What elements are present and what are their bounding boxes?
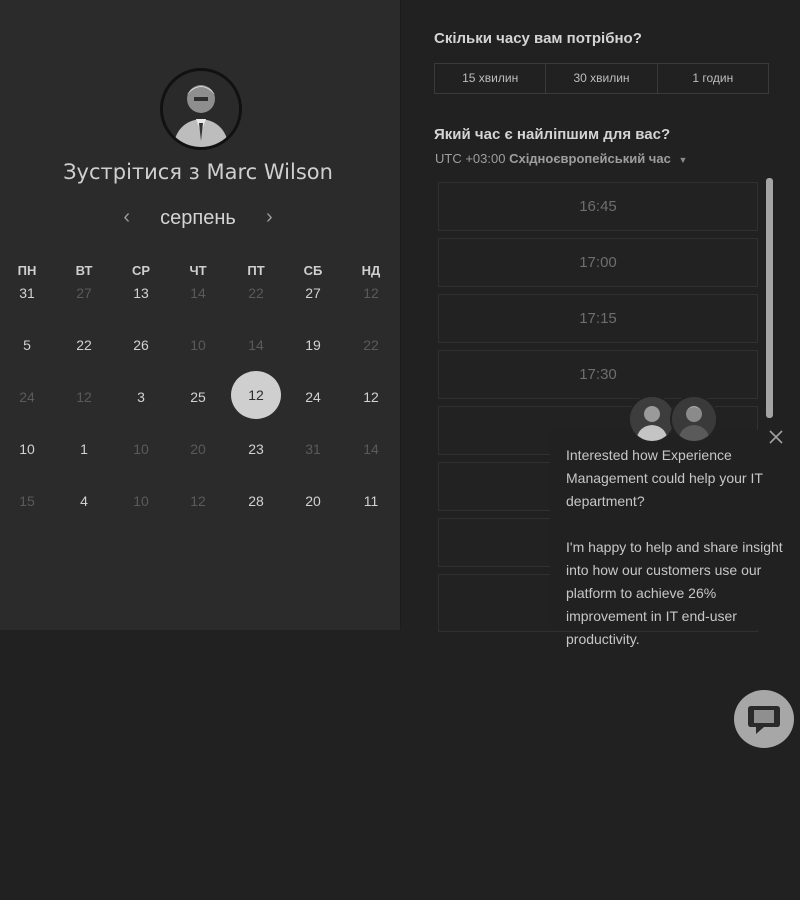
calendar-day: 31 xyxy=(305,441,321,457)
weekday-label: ПТ xyxy=(247,263,265,278)
calendar-day[interactable]: 27 xyxy=(293,281,333,305)
calendar-day[interactable]: 26 xyxy=(121,333,161,357)
duration-selector: 15 хвилин 30 хвилин 1 годин xyxy=(434,63,769,94)
calendar-day: 14 xyxy=(248,337,264,353)
calendar-day[interactable]: 22 xyxy=(64,333,104,357)
duration-option-15[interactable]: 15 хвилин xyxy=(435,64,547,93)
chat-launcher-button[interactable] xyxy=(734,690,794,748)
close-icon[interactable] xyxy=(765,426,787,448)
month-navigation: ‹ серпень › xyxy=(0,205,396,231)
calendar-day[interactable]: 25 xyxy=(178,385,218,409)
weekday-label: ПН xyxy=(17,263,37,278)
calendar-day: 12 xyxy=(76,389,92,405)
calendar-day[interactable]: 11 xyxy=(351,489,391,513)
weekday-label: СР xyxy=(131,263,151,278)
time-slot[interactable]: 17:15 xyxy=(438,294,758,343)
calendar-day: 14 xyxy=(363,441,379,457)
calendar-day: 20 xyxy=(190,441,206,457)
calendar-day: 14 xyxy=(190,285,206,301)
calendar-day: 12 xyxy=(190,493,206,509)
chat-bubble-icon xyxy=(748,706,780,734)
agent-avatar xyxy=(670,395,718,443)
calendar-day[interactable]: 1 xyxy=(64,437,104,461)
calendar-day: 27 xyxy=(76,285,92,301)
time-question: Який час є найліпшим для вас? xyxy=(434,126,671,143)
chat-agents xyxy=(628,395,718,443)
calendar-day: 22 xyxy=(248,285,264,301)
time-slot[interactable]: 17:00 xyxy=(438,238,758,287)
agent-avatar xyxy=(628,395,676,443)
weekday-header: ПН ВТ СР ЧТ ПТ СБ НД xyxy=(0,263,400,279)
calendar-day[interactable]: 10 xyxy=(7,437,47,461)
calendar-day[interactable]: 3 xyxy=(121,385,161,409)
weekday-label: НД xyxy=(361,263,381,278)
time-list-scrollbar[interactable] xyxy=(766,178,773,418)
calendar-day: 10 xyxy=(190,337,206,353)
duration-option-30[interactable]: 30 хвилин xyxy=(546,64,658,93)
calendar-day: 24 xyxy=(19,389,35,405)
host-avatar xyxy=(160,68,242,150)
timezone-offset: UTC +03:00 xyxy=(435,151,506,166)
weekday-label: СБ xyxy=(303,263,323,278)
calendar-day-selected[interactable]: 12 xyxy=(231,371,281,419)
chat-message: Interested how Experience Management cou… xyxy=(566,444,786,674)
calendar-day: 15 xyxy=(19,493,35,509)
time-slot[interactable]: 17:30 xyxy=(438,350,758,399)
calendar-day[interactable]: 5 xyxy=(7,333,47,357)
chevron-right-icon[interactable]: › xyxy=(256,205,282,231)
calendar-day[interactable]: 23 xyxy=(236,437,276,461)
timezone-name: Східноєвропейський час xyxy=(509,151,671,166)
chat-popup: Interested how Experience Management cou… xyxy=(550,430,800,647)
calendar-day: 10 xyxy=(133,441,149,457)
timezone-selector[interactable]: UTC +03:00 Східноєвропейський час ▼ xyxy=(435,151,687,166)
calendar-day[interactable]: 28 xyxy=(236,489,276,513)
calendar-day[interactable]: 13 xyxy=(121,281,161,305)
month-label: серпень xyxy=(160,206,236,229)
calendar-day[interactable]: 19 xyxy=(293,333,333,357)
meeting-title: Зустрітися з Marc Wilson xyxy=(63,160,333,184)
calendar-day[interactable]: 4 xyxy=(64,489,104,513)
calendar-day[interactable]: 31 xyxy=(7,281,47,305)
calendar-day: 12 xyxy=(363,285,379,301)
weekday-label: ЧТ xyxy=(189,263,207,278)
chat-message-2: I'm happy to help and share insight into… xyxy=(566,539,783,647)
time-slot[interactable]: 16:45 xyxy=(438,182,758,231)
calendar-day: 10 xyxy=(133,493,149,509)
calendar-day[interactable]: 12 xyxy=(351,385,391,409)
chat-message-1: Interested how Experience Management cou… xyxy=(566,447,763,509)
calendar-day[interactable]: 20 xyxy=(293,489,333,513)
caret-down-icon: ▼ xyxy=(678,155,688,165)
duration-option-60[interactable]: 1 годин xyxy=(658,64,768,93)
calendar-day[interactable]: 24 xyxy=(293,385,333,409)
chevron-left-icon[interactable]: ‹ xyxy=(114,205,140,231)
duration-question: Скільки часу вам потрібно? xyxy=(434,30,642,47)
calendar-panel: Зустрітися з Marc Wilson ‹ серпень › ПН В… xyxy=(0,0,401,630)
weekday-label: ВТ xyxy=(75,263,93,278)
calendar-day: 22 xyxy=(363,337,379,353)
